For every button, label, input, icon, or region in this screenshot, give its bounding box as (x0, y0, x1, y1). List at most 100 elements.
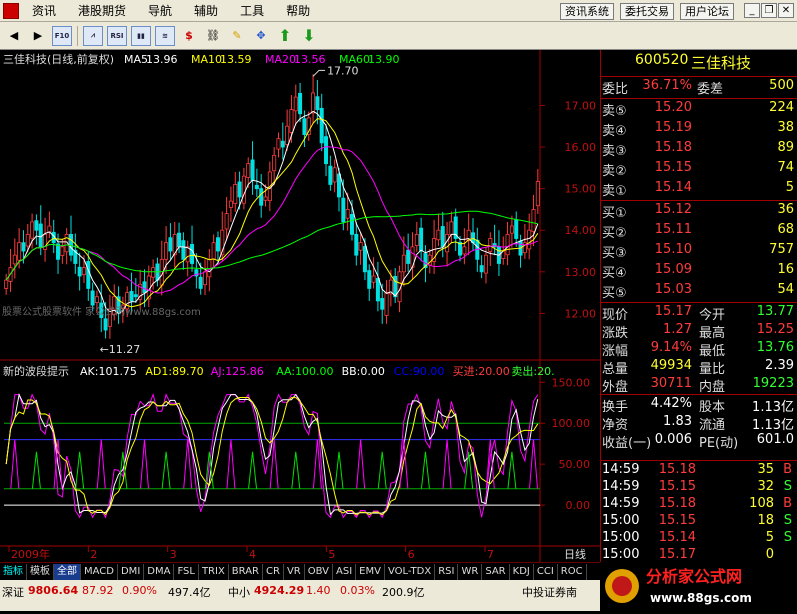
level-volume: 36 (777, 202, 794, 217)
tab-dma[interactable]: DMA (144, 563, 175, 580)
candle-body (509, 225, 514, 234)
sells-row: 卖③ 15.18 89 (601, 140, 796, 160)
trade-side: S (783, 479, 792, 494)
field-value-2: 1.13亿 (752, 400, 794, 415)
ma-legend-value: 13.96 (146, 53, 178, 66)
broker-name: 中投证券南 (522, 586, 577, 599)
field-value-2: 13.76 (756, 340, 794, 355)
tab-kdj[interactable]: KDJ (510, 563, 534, 580)
tab-sar[interactable]: SAR (482, 563, 510, 580)
low-label: ←11.27 (100, 343, 141, 356)
tab-macd[interactable]: MACD (81, 563, 118, 580)
tab-cci[interactable]: CCI (534, 563, 558, 580)
level-price: 15.18 (654, 140, 692, 155)
tab-emv[interactable]: EMV (356, 563, 385, 580)
date-tick-label: 3 (170, 548, 177, 561)
candle-body (375, 278, 380, 302)
date-tick-label: 5 (328, 548, 335, 561)
sz-amount: 497.4亿 (168, 586, 211, 599)
back-icon[interactable]: ◀ (4, 26, 24, 46)
candle-body (30, 221, 35, 239)
candle-body (514, 219, 519, 239)
field-value: 4.42% (650, 396, 692, 411)
candle-body (103, 318, 108, 331)
candle-body (336, 173, 341, 198)
candle-body (81, 267, 86, 276)
trade-button[interactable]: 委托交易 (620, 3, 674, 20)
tab-roc[interactable]: ROC (558, 563, 587, 580)
compare-icon[interactable]: ≋ (155, 25, 175, 46)
tab-fsl[interactable]: FSL (174, 563, 199, 580)
trade-volume: 0 (765, 547, 774, 562)
tab-trix[interactable]: TRIX (199, 563, 229, 580)
level-price: 15.15 (654, 160, 692, 175)
stock-chart[interactable]: 17.00 16.00 15.00 14.00 13.00 12.00 三佳科技(日线,前复… (0, 50, 600, 562)
menu-help[interactable]: 帮助 (277, 2, 323, 19)
forum-button[interactable]: 用户论坛 (680, 3, 734, 20)
menu-hk-futures[interactable]: 港股期货 (69, 2, 139, 19)
volume-icon[interactable]: ▮▮ (131, 25, 151, 46)
level-volume: 54 (777, 282, 794, 297)
tab-brar[interactable]: BRAR (229, 563, 263, 580)
tab-指标[interactable]: 指标 (0, 563, 27, 580)
level-volume: 68 (777, 222, 794, 237)
info-system-button[interactable]: 资讯系统 (560, 3, 614, 20)
level-volume: 757 (769, 242, 794, 257)
indicator-tabs: 指标 模板 全部 MACD DMI DMA FSL TRIX BRAR CR VR OBV ASI EMV… (0, 562, 600, 580)
level-label: 卖③ (602, 144, 627, 159)
tab-vr[interactable]: VR (284, 563, 305, 580)
candle-body (211, 242, 216, 260)
high-label: 17.70 (327, 64, 359, 77)
move-icon[interactable]: ✥ (251, 26, 271, 46)
tab-模板[interactable]: 模板 (27, 563, 54, 580)
period-label: 日线 (564, 547, 586, 561)
link-icon[interactable]: ⛓ (203, 26, 223, 46)
restore-icon[interactable]: ❐ (761, 3, 777, 18)
sells-row: 卖④ 15.19 38 (601, 120, 796, 140)
tab-全部[interactable]: 全部 (54, 563, 81, 580)
tab-obv[interactable]: OBV (305, 563, 333, 580)
field-label: 涨幅 (602, 344, 629, 359)
indicator-tick-label: 100.00 (552, 417, 591, 430)
dollar-icon[interactable]: $ (179, 26, 199, 46)
pencil-icon[interactable]: ✎ (227, 26, 247, 46)
minimize-icon[interactable]: _ (744, 3, 760, 18)
chart-title: 三佳科技(日线,前复权) (3, 52, 114, 66)
candle-body (367, 270, 372, 289)
tab-rsi[interactable]: RSI (435, 563, 459, 580)
arrow-up-icon[interactable]: ⬆ (275, 26, 295, 46)
f10-icon[interactable]: F10 (52, 25, 72, 46)
candle-body (280, 140, 285, 148)
tab-vol-tdx[interactable]: VOL-TDX (385, 563, 436, 580)
menu-navigate[interactable]: 导航 (139, 2, 185, 19)
trade-price: 15.15 (658, 513, 696, 528)
kline-icon[interactable]: ⩘ (83, 25, 103, 46)
field-value-2: 19223 (752, 376, 794, 391)
level-label: 买④ (602, 266, 627, 281)
rsi-icon[interactable]: RSI (107, 25, 127, 46)
indicator-title: 新的波段提示 (3, 364, 69, 378)
app-icon[interactable] (3, 2, 19, 19)
price-tick-label: 12.00 (565, 307, 597, 320)
candle-body (181, 240, 186, 260)
candle-body (449, 221, 454, 235)
tab-asi[interactable]: ASI (333, 563, 357, 580)
zx-pct: 0.03% (340, 584, 375, 597)
menu-assist[interactable]: 辅助 (185, 2, 231, 19)
field-value-2: 15.25 (756, 322, 794, 337)
candle-body (215, 237, 220, 252)
arrow-down-icon[interactable]: ⬇ (299, 26, 319, 46)
menu-info[interactable]: 资讯 (23, 2, 69, 19)
tab-dmi[interactable]: DMI (118, 563, 145, 580)
field-label: 现价 (602, 308, 629, 323)
candle-body (86, 261, 91, 289)
tab-wr[interactable]: WR (458, 563, 483, 580)
forward-icon[interactable]: ▶ (28, 26, 48, 46)
close-icon[interactable]: ✕ (778, 3, 794, 18)
candle-body (505, 233, 510, 256)
menu-tools[interactable]: 工具 (231, 2, 277, 19)
tab-cr[interactable]: CR (263, 563, 284, 580)
ma-legend-name: MA10 (191, 53, 222, 66)
trade-side: S (783, 530, 792, 545)
zx-change: 1.40 (306, 584, 331, 597)
